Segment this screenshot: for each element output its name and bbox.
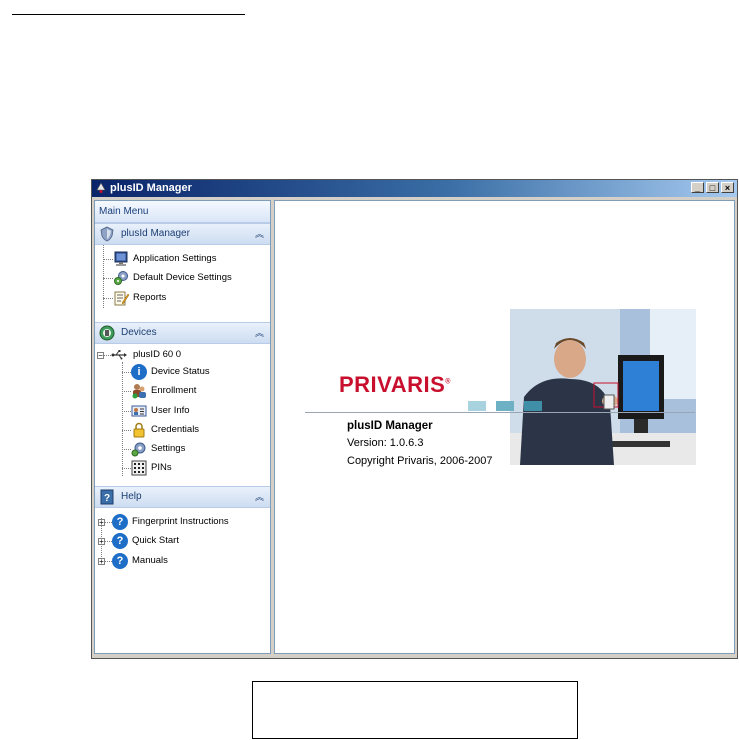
group-header-devices[interactable]: Devices ︽ [95,322,270,344]
close-button[interactable]: × [721,182,734,193]
collapse-icon[interactable]: ︽ [255,487,264,507]
window-title: plusID Manager [110,182,192,194]
help-tree: + ? Fingerprint Instructions + ? Quick S… [95,508,270,578]
splash-divider [305,412,695,413]
sidebar-item-label: Device Status [151,366,210,377]
collapse-icon[interactable]: ︽ [255,224,264,244]
question-icon: ? [112,553,128,569]
group-label: Devices [121,327,157,338]
collapse-icon[interactable]: ︽ [255,323,264,343]
svg-text:?: ? [104,493,110,504]
sidebar-item-label: Settings [151,443,186,454]
sidebar-item-label: Reports [133,292,167,303]
devices-tree: − plusID 60 0 i Device Status Enrollment… [95,344,270,486]
group-label: plusId Manager [121,228,190,239]
app-window: plusID Manager _ □ × Main Menu plusId Ma… [91,179,738,659]
minimize-button[interactable]: _ [691,182,704,193]
plusid-manager-tree: Application Settings Default Device Sett… [95,245,270,322]
caption-box [252,681,578,739]
sidebar-item-label: User Info [151,405,190,416]
gear-icon [131,442,146,457]
usb-icon [111,350,127,360]
app-icon [96,182,106,193]
report-icon [114,291,129,306]
sidebar-item-label: Enrollment [151,385,197,396]
monitor-icon [114,251,128,266]
shield-icon [100,226,114,242]
sidebar-item-label: Quick Start [132,535,179,546]
main-menu-header: Main Menu [95,201,270,223]
copyright-text: Copyright Privaris, 2006-2007 [347,455,493,467]
version-text: Version: 1.0.6.3 [347,437,424,449]
group-header-help[interactable]: ? Help ︽ [95,486,270,508]
splash-photo [510,309,696,465]
users-icon [132,384,146,399]
privaris-logo: PRIVARIS® [339,372,451,397]
sidebar-item-label: PINs [151,462,172,473]
keypad-icon [131,460,147,476]
sidebar-item-label: Default Device Settings [133,272,232,283]
info-icon: i [131,364,147,380]
user-card-icon [131,405,147,417]
splash-panel: PRIVARIS® plusID Manager Version: 1.0.6.… [274,200,735,654]
help-book-icon: ? [100,489,114,505]
sidebar-item-label: Application Settings [133,253,217,264]
group-header-plusid-manager[interactable]: plusId Manager ︽ [95,223,270,245]
tree-expander[interactable]: + [98,519,105,527]
tree-expander[interactable]: + [98,538,105,546]
tree-expander[interactable]: + [98,558,105,566]
tree-expander[interactable]: − [97,352,104,360]
question-icon: ? [112,514,128,530]
maximize-button[interactable]: □ [706,182,719,193]
sidebar: Main Menu plusId Manager ︽ Application S… [94,200,271,654]
devices-globe-icon [99,325,115,341]
question-icon: ? [112,533,128,549]
lock-icon [133,422,145,438]
product-name: plusID Manager [347,420,433,432]
gears-icon [114,271,128,285]
sidebar-item-label: Credentials [151,424,200,435]
group-label: Help [121,491,142,502]
sidebar-item-label: Fingerprint Instructions [132,516,229,527]
title-bar: plusID Manager _ □ × [92,180,737,197]
sidebar-item-label: Manuals [132,555,168,566]
top-rule [12,14,245,15]
device-label: plusID 60 0 [133,349,182,360]
